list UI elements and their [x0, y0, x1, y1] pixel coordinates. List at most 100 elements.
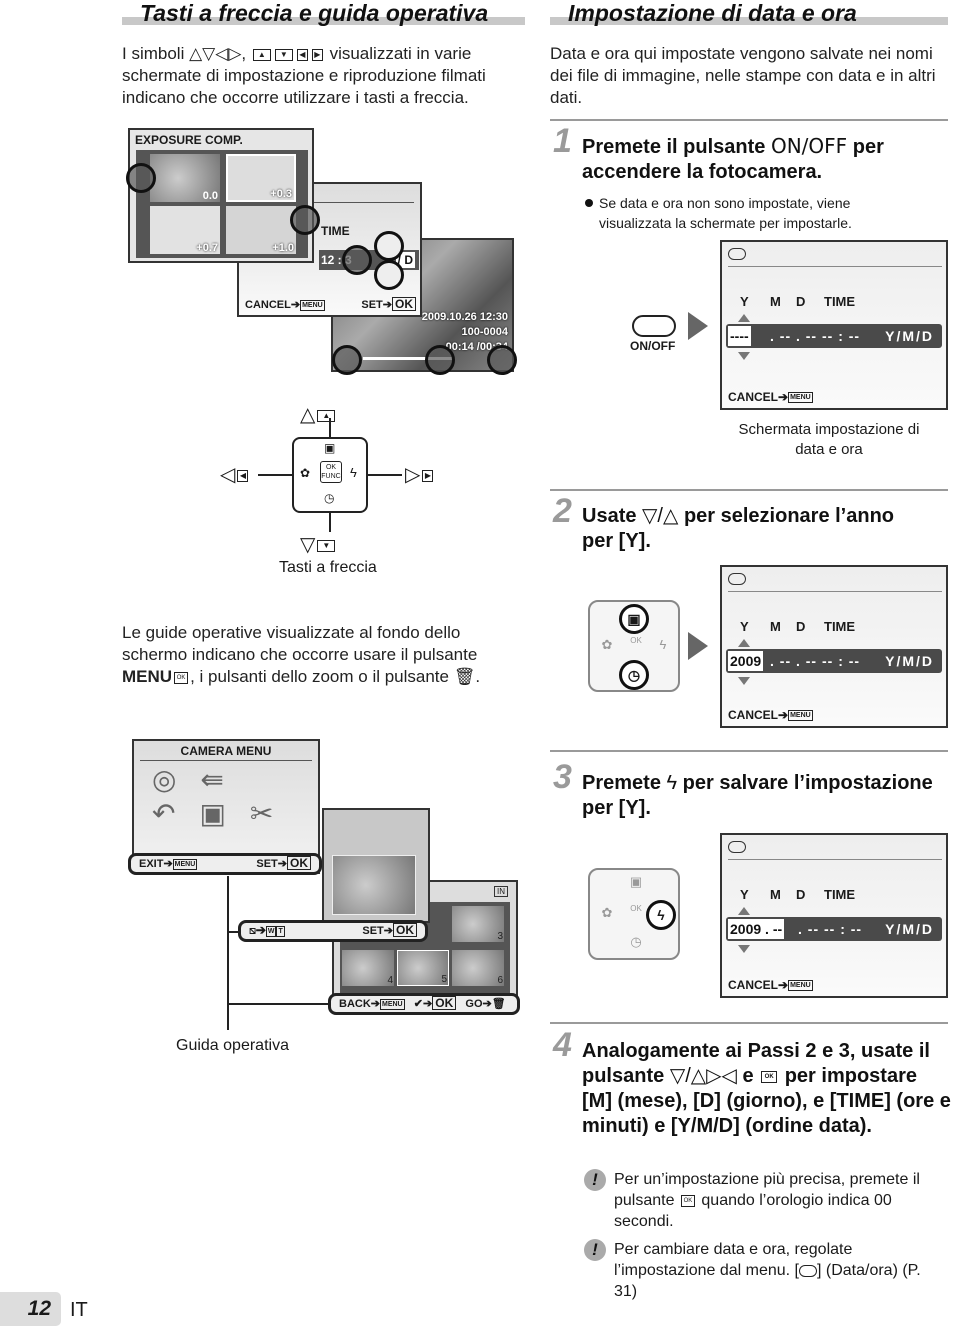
up-symbols-icon: △ ▲ — [300, 402, 337, 427]
left-symbols-icon: ◁ ◀ — [220, 462, 250, 487]
set-guide: SET➔ OK — [361, 297, 416, 311]
volume-highlight-icon — [487, 345, 517, 375]
exposure-value: +0.3 — [270, 188, 292, 200]
page-number: 12 — [0, 1292, 61, 1326]
exclamation-icon: ! — [584, 1169, 606, 1191]
clock-icon — [728, 573, 746, 585]
section-title-date-time: Impostazione di data e ora — [568, 0, 857, 26]
down-key-icon: ▼ — [274, 48, 293, 61]
menu-label: MENU — [122, 667, 173, 686]
clock-icon — [728, 248, 746, 260]
screen-title: EXPOSURE COMP. — [135, 133, 243, 147]
down-symbols-icon: ▽ ▼ — [300, 532, 337, 557]
step-1-text: Premete il pulsante ON/OFF per accendere… — [582, 134, 884, 183]
internal-memory-icon: IN — [494, 886, 508, 897]
trash-icon: 🗑 — [453, 667, 476, 686]
erase-guide-bar: BACK➔ MENU ✔➔ OK GO➔🗑 — [328, 993, 520, 1015]
date-value-bar: 2009 . -- . -- -- : -- Y/M/D — [726, 917, 942, 941]
divider — [550, 119, 948, 121]
field-labels: Y M D TIME — [740, 294, 856, 309]
section-title-arrow-keys: Tasti a freccia e guida operativa — [140, 0, 489, 26]
arrow-pad-icon: OK FUNC ▣ ◷ ✿ ϟ — [292, 437, 368, 513]
date-time-intro: Data e ora qui impostate vengono salvate… — [550, 44, 936, 107]
zoom-guide-bar: ⧅➔ W T SET➔ OK — [238, 920, 428, 942]
thumbnail-grid: 0.0 +0.3 +0.7 +1.0 — [136, 150, 308, 258]
divider — [550, 1022, 948, 1024]
arrow-right-icon — [688, 632, 708, 660]
cancel-guide: CANCEL➔ MENU — [728, 978, 813, 992]
arrow-keys-caption: Tasti a freccia — [279, 559, 377, 576]
step-4-text: Analogamente ai Passi 2 e 3, usate il pu… — [582, 1040, 951, 1137]
step-number: 2 — [553, 492, 572, 530]
guide-caption: Guida operativa — [176, 1037, 289, 1054]
exposure-value: +0.7 — [196, 242, 218, 254]
cancel-guide: CANCEL➔ MENU — [245, 299, 325, 311]
left-key-icon: ◀ — [296, 48, 308, 61]
clock-icon — [798, 1264, 817, 1277]
left-arrow-highlight-icon — [126, 163, 156, 193]
arrow-right-icon — [688, 312, 708, 340]
clock-icon — [728, 841, 746, 853]
connector-line — [227, 876, 229, 1030]
menu-guide-bar: EXIT➔ MENU SET➔ OK — [128, 853, 322, 875]
onoff-key: ON/OFF — [770, 134, 848, 158]
exposure-value: 0.0 — [202, 190, 218, 202]
date-screen-1: Y M D TIME ---- . -- . -- -- : -- Y/M/D CANCEL➔… — [720, 240, 948, 410]
right-symbols-icon: ▷ ▶ — [405, 462, 435, 487]
date-screen-3: Y M D TIME 2009 . -- . -- -- : -- Y/M/D CANCEL➔… — [720, 833, 948, 998]
exposure-value: +1.0 — [272, 242, 294, 254]
onoff-button-icon — [632, 315, 676, 337]
camera-menu-title: CAMERA MENU — [180, 744, 272, 758]
language-code: IT — [70, 1299, 88, 1321]
right-arrow-highlight-icon — [290, 205, 320, 235]
flash-key-icon: ϟ — [666, 772, 678, 794]
menu-icons: ◎⇚ ↶▣✂ — [152, 764, 298, 829]
onoff-label: ON/OFF — [630, 339, 676, 353]
selected-field: 2009 . -- — [728, 919, 785, 939]
arrow-keys-intro: I simboli △▽◁▷, ▲ ▼ ◀ ▶ visualizzati in var… — [122, 44, 486, 107]
movie-date: 2009.10.26 12:30 — [421, 311, 508, 323]
up-key-icon: ▲ — [252, 48, 271, 61]
exposure-comp-screen: EXPOSURE COMP. 0.0 +0.3 +0.7 +1.0 — [128, 128, 314, 263]
cancel-guide: CANCEL➔ MENU — [728, 390, 813, 404]
remaining-fields: . -- -- : -- — [798, 921, 863, 937]
down-arrow-highlight-icon — [374, 260, 404, 290]
guide-intro: Le guide operative visualizzate al fondo… — [122, 623, 481, 686]
up-down-keys-icon: ▽/△ — [642, 505, 679, 527]
field-labels: Y M D TIME — [740, 619, 856, 634]
intro-text: I simboli — [122, 44, 185, 63]
rewind-highlight-icon — [332, 345, 362, 375]
up-arrow-highlight-icon — [374, 231, 404, 261]
down-arrow-icon — [738, 945, 750, 953]
time-label: TIME — [321, 224, 350, 238]
up-arrow-icon — [738, 907, 750, 915]
divider — [550, 489, 948, 491]
divider — [550, 750, 948, 752]
step-2-text: Usate ▽/△ per selezionare l’anno per [Y]… — [582, 505, 895, 552]
left-arrow-highlight-icon — [342, 245, 372, 275]
date-screen-2: Y M D TIME 2009 . -- . -- -- : -- Y/M/D CANCEL➔… — [720, 565, 948, 728]
date-value-bar: ---- . -- . -- -- : -- Y/M/D — [726, 324, 942, 348]
keypad-up-down-icon: ▣ ✿ ϟ OK ◷ — [588, 600, 680, 692]
arrow-symbols: △▽◁▷ — [189, 44, 242, 63]
note-2: ! Per cambiare data e ora, regolate l’imp… — [584, 1239, 944, 1302]
step-number: 4 — [553, 1026, 572, 1064]
date-format: Y/M/D — [885, 921, 934, 937]
movie-file-number: 100-0004 — [461, 326, 509, 338]
step-3-text: Premete ϟ per salvare l’impostazione per… — [582, 772, 933, 819]
field-labels: Y M D TIME — [740, 887, 856, 902]
zoom-screen — [322, 808, 430, 923]
cancel-guide: CANCEL➔ MENU — [728, 708, 813, 722]
step-1-bullet: Se data e ora non sono impostate, viene … — [585, 193, 885, 233]
ok-func-icon: OK — [174, 671, 189, 684]
screen-caption: Schermata impostazione di data e ora — [738, 421, 920, 458]
up-arrow-icon — [738, 639, 750, 647]
right-key-icon: ▶ — [311, 48, 323, 61]
date-format: Y/M/D — [885, 653, 934, 669]
down-arrow-icon — [738, 677, 750, 685]
keypad-right-icon: ▣ ✿ ϟ OK ◷ — [588, 868, 680, 960]
forward-highlight-icon — [425, 345, 455, 375]
date-format: Y/M/D — [885, 328, 934, 344]
note-1: ! Per un’impostazione più precisa, premet… — [584, 1169, 944, 1232]
ok-func-button-icon: OK FUNC — [320, 461, 342, 483]
